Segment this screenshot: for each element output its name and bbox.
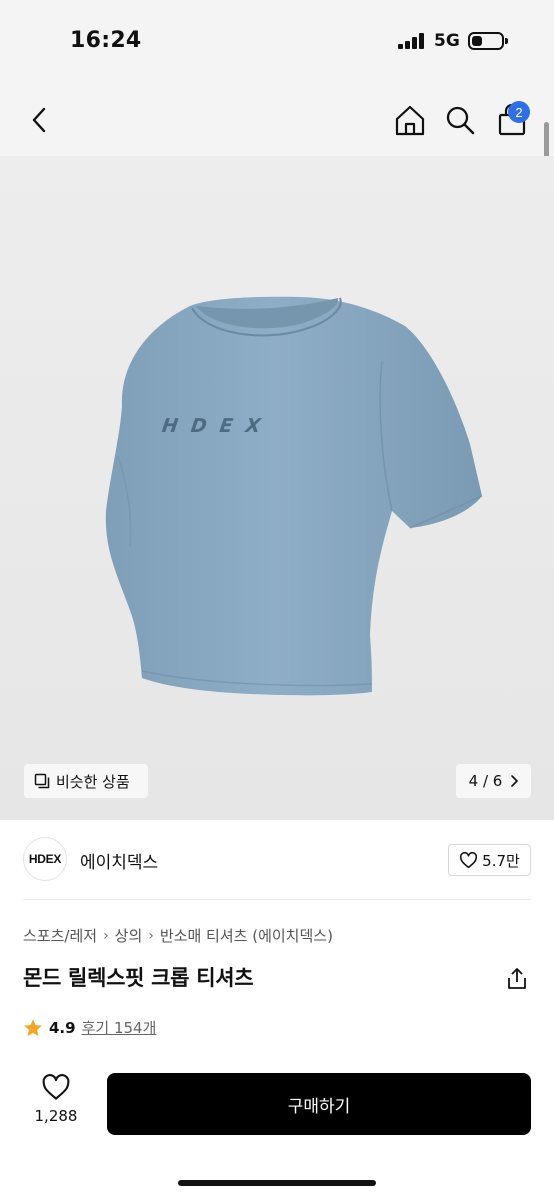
breadcrumb-item[interactable]: 스포츠/레저 — [23, 925, 97, 946]
heart-icon — [460, 851, 478, 868]
brand-like-button[interactable]: 5.7만 — [448, 844, 531, 876]
share-button[interactable] — [500, 962, 534, 996]
brand-name[interactable]: 에이치덱스 — [80, 848, 158, 873]
signal-icon — [398, 33, 426, 49]
share-icon — [508, 968, 526, 989]
breadcrumb-item[interactable]: 상의 — [115, 925, 143, 946]
similar-products-button[interactable]: 비슷한 상품 — [24, 764, 148, 798]
page-indicator: 4 / 6 — [468, 772, 503, 790]
search-button[interactable] — [438, 84, 482, 156]
divider — [23, 899, 531, 900]
home-indicator[interactable] — [178, 1180, 376, 1186]
star-icon — [24, 1018, 42, 1036]
battery-icon — [468, 32, 508, 50]
product-image: HDEX — [105, 296, 483, 696]
home-button[interactable] — [388, 84, 432, 156]
breadcrumb: 스포츠/레저 › 상의 › 반소매 티셔츠 (에이치덱스) — [23, 925, 333, 946]
image-pager[interactable]: 4 / 6 — [456, 764, 531, 798]
shirt-logo: HDEX — [161, 414, 275, 437]
brand-like-count: 5.7만 — [482, 851, 520, 870]
brand-logo[interactable]: HDEX — [23, 837, 67, 881]
network-label: 5G — [434, 31, 460, 51]
heart-icon — [42, 1074, 70, 1100]
back-arrow-icon — [32, 107, 46, 133]
product-image-gallery[interactable]: HDEX — [0, 156, 554, 820]
product-title: 몬드 릴렉스핏 크롭 티셔츠 — [23, 966, 254, 990]
rating-row: 4.9 후기 154개 — [23, 1017, 156, 1038]
status-bar: 16:24 5G — [0, 0, 554, 84]
brand-row: HDEX 에이치덱스 5.7만 — [0, 820, 554, 900]
breadcrumb-item[interactable]: 반소매 티셔츠 (에이치덱스) — [160, 925, 333, 946]
top-nav — [0, 84, 554, 156]
chevron-right-icon — [511, 775, 519, 787]
chevron-right-icon: › — [148, 927, 154, 944]
review-count-link[interactable]: 후기 154개 — [82, 1017, 157, 1038]
rating-value: 4.9 — [49, 1018, 76, 1037]
search-icon — [446, 106, 475, 135]
similar-products-label: 비슷한 상품 — [56, 772, 130, 791]
buy-button[interactable]: 구매하기 — [107, 1073, 531, 1135]
home-icon — [395, 105, 425, 136]
wishlist-button[interactable]: 1,288 — [24, 1074, 88, 1134]
wishlist-count: 1,288 — [34, 1107, 78, 1125]
chevron-right-icon: › — [103, 927, 109, 944]
status-time: 16:24 — [70, 28, 142, 53]
copy-icon — [34, 773, 50, 789]
back-button[interactable] — [18, 84, 62, 156]
cart-badge: 2 — [508, 101, 530, 123]
